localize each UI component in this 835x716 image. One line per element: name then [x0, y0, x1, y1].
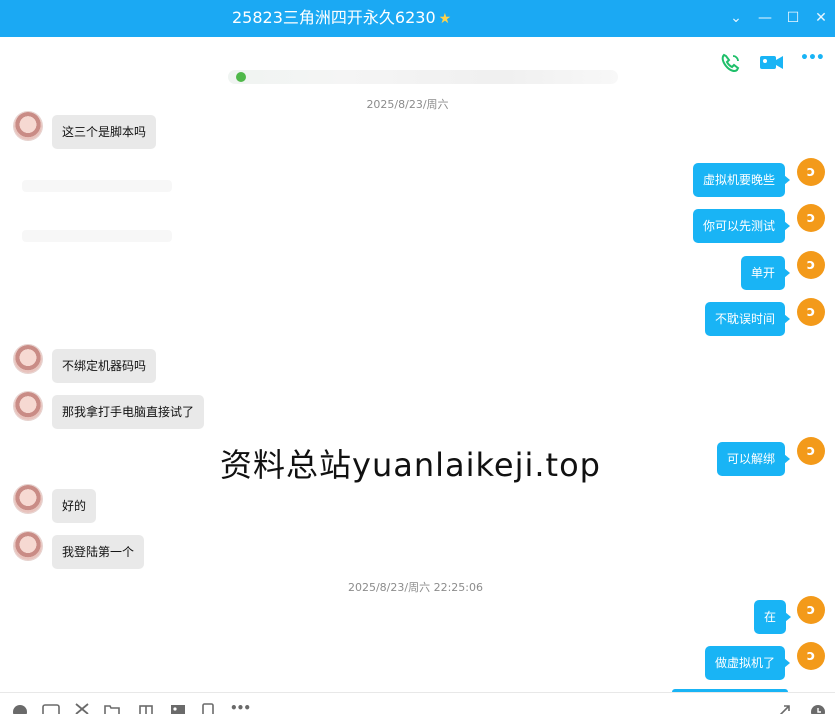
blurred-notice [228, 70, 618, 84]
blurred-content [22, 230, 172, 242]
message-bubble-outgoing[interactable]: 不耽误时间 [705, 302, 791, 336]
more-options-icon[interactable]: ••• [800, 50, 826, 70]
phone-icon [721, 53, 740, 72]
timestamp: 2025/8/23/周六 22:25:06 [347, 581, 483, 594]
chat-title-text: 25823三角洲四开永久6230 [232, 8, 436, 27]
message-bubble-outgoing[interactable]: 在 [754, 600, 792, 634]
message-bubble-outgoing[interactable]: 做虚拟机了 [705, 646, 791, 680]
clock-icon [811, 705, 825, 716]
picture-icon [171, 705, 185, 716]
image-icon[interactable] [170, 703, 186, 716]
history-icon[interactable] [810, 703, 826, 716]
my-avatar[interactable]: ↄ [797, 642, 825, 670]
gif-box-icon [42, 704, 60, 716]
smiley-icon [13, 705, 27, 716]
my-avatar[interactable]: ↄ [797, 596, 825, 624]
contact-avatar[interactable] [14, 112, 42, 140]
contact-avatar[interactable] [14, 392, 42, 420]
my-avatar[interactable]: ↄ [797, 251, 825, 279]
close-button[interactable]: ✕ [811, 8, 831, 28]
input-toolbar [0, 692, 835, 715]
gif-icon[interactable] [42, 703, 60, 716]
message-bubble-outgoing[interactable]: 单开 [741, 256, 791, 290]
video-call-icon[interactable] [759, 52, 785, 72]
blurred-content [22, 180, 172, 192]
contact-avatar[interactable] [14, 485, 42, 513]
more-tools-icon[interactable]: ••• [230, 702, 251, 714]
arrow-expand-icon [778, 705, 790, 716]
timestamp: 2025/8/23/周六 [366, 98, 449, 111]
camera-icon [760, 56, 783, 69]
message-bubble-incoming[interactable]: 好的 [52, 489, 97, 523]
expand-icon[interactable] [776, 703, 792, 716]
my-avatar[interactable]: ↄ [797, 204, 825, 232]
message-bubble-incoming[interactable]: 我登陆第一个 [52, 535, 145, 569]
box-icon [139, 705, 153, 716]
file-icon[interactable] [104, 703, 120, 716]
contact-avatar[interactable] [14, 532, 42, 560]
folder-icon [104, 705, 120, 716]
emoji-icon[interactable] [12, 703, 28, 716]
star-icon: ★ [438, 11, 452, 27]
title-bar: 25823三角洲四开永久6230 ★ ⌄ — ☐ ✕ [0, 0, 835, 37]
contact-avatar[interactable] [14, 345, 42, 373]
scissors-icon [75, 703, 89, 715]
device-icon [202, 703, 214, 716]
message-bubble-outgoing[interactable]: 可以解绑 [717, 442, 791, 476]
check-icon [236, 72, 246, 82]
message-bubble-incoming[interactable]: 那我拿打手电脑直接试了 [52, 395, 205, 429]
my-avatar[interactable]: ↄ [797, 158, 825, 186]
message-bubble-outgoing[interactable]: 你可以先测试 [693, 209, 791, 243]
screenshot-icon[interactable] [74, 703, 90, 715]
my-avatar[interactable]: ↄ [797, 437, 825, 465]
phone-screen-icon[interactable] [200, 703, 216, 716]
chat-title: 25823三角洲四开永久6230 ★ [232, 8, 451, 29]
gift-icon[interactable] [138, 703, 154, 716]
message-bubble-outgoing[interactable]: 虚拟机要晚些 [693, 163, 791, 197]
minimize-button[interactable]: — [755, 8, 775, 28]
message-bubble-incoming[interactable]: 不绑定机器码吗 [52, 349, 157, 383]
message-bubble-incoming[interactable]: 这三个是脚本吗 [52, 115, 157, 149]
my-avatar[interactable]: ↄ [797, 298, 825, 326]
dropdown-button[interactable]: ⌄ [726, 8, 746, 28]
watermark-text: 资料总站yuanlaikeji.top [220, 446, 601, 484]
maximize-button[interactable]: ☐ [783, 8, 803, 28]
voice-call-icon[interactable] [719, 52, 745, 72]
